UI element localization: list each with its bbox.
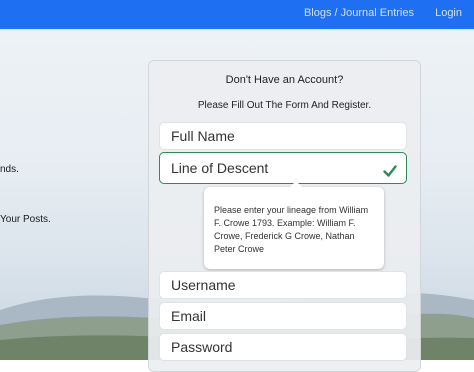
nav-login-link[interactable]: Login — [435, 6, 462, 20]
password-field[interactable]: Password — [159, 333, 407, 361]
register-panel: Don't Have an Account? Please Fill Out T… — [148, 60, 421, 372]
lineage-tooltip: Please enter your lineage from William F… — [204, 181, 384, 269]
left-partial-text-1: nds. — [0, 164, 19, 175]
nav-blogs-link[interactable]: Blogs / Journal Entries — [304, 6, 414, 20]
username-placeholder: Username — [171, 277, 236, 293]
password-placeholder: Password — [171, 339, 233, 355]
email-placeholder: Email — [171, 308, 207, 324]
line-of-descent-placeholder: Line of Descent — [171, 160, 269, 176]
left-partial-text-2: Your Posts. — [0, 214, 51, 225]
full-name-field[interactable]: Full Name — [159, 122, 407, 150]
register-subtitle: Please Fill Out The Form And Register. — [197, 100, 372, 111]
top-navbar: Blogs / Journal Entries Login — [0, 0, 474, 29]
tooltip-text: Please enter your lineage from William F… — [214, 205, 369, 254]
nav-links: Blogs / Journal Entries Login — [304, 6, 462, 20]
line-of-descent-field[interactable]: Line of Descent — [159, 152, 407, 184]
full-name-placeholder: Full Name — [171, 128, 235, 144]
tooltip-arrow — [290, 181, 302, 187]
email-field[interactable]: Email — [159, 302, 407, 330]
check-icon — [382, 159, 398, 177]
username-field[interactable]: Username — [159, 271, 407, 299]
register-title: Don't Have an Account? — [225, 74, 344, 86]
